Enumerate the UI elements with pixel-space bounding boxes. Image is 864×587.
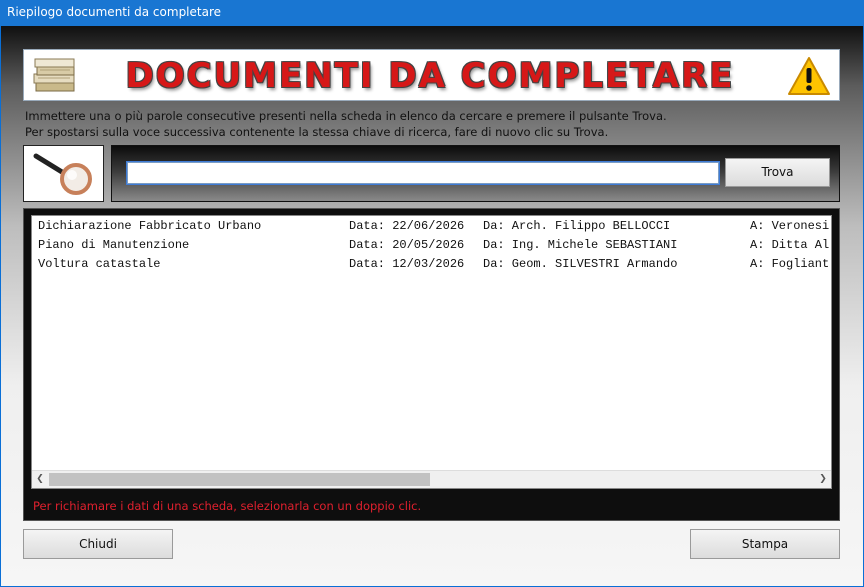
double-click-hint: Per richiamare i dati di una scheda, sel… bbox=[33, 499, 422, 513]
window-titlebar: Riepilogo documenti da completare bbox=[0, 0, 864, 26]
list-item-to: A: Veronesi bbox=[750, 219, 830, 233]
list-item-from: Da: Ing. Michele SEBASTIANI bbox=[483, 238, 678, 252]
list-item-to: A: Fogliant bbox=[750, 257, 830, 271]
list-item-date: Data: 20/05/2026 bbox=[349, 238, 465, 252]
instruction-line-1: Immettere una o più parole consecutive p… bbox=[25, 109, 667, 123]
results-list[interactable]: Dichiarazione Fabbricato Urbano Data: 22… bbox=[31, 215, 832, 489]
scroll-right-icon[interactable]: ❯ bbox=[816, 473, 830, 486]
list-item-from: Da: Geom. SILVESTRI Armando bbox=[483, 257, 678, 271]
close-button[interactable]: Chiudi bbox=[23, 529, 173, 559]
list-item-date: Data: 22/06/2026 bbox=[349, 219, 465, 233]
window-title: Riepilogo documenti da completare bbox=[7, 5, 222, 19]
scroll-left-icon[interactable]: ❮ bbox=[33, 473, 47, 486]
header-banner: DOCUMENTI DA COMPLETARE bbox=[23, 49, 840, 101]
magnifier-icon bbox=[33, 153, 92, 195]
list-item-document: Piano di Manutenzione bbox=[38, 238, 190, 252]
list-item-document: Voltura catastale bbox=[38, 257, 161, 271]
instruction-line-2: Per spostarsi sulla voce successiva cont… bbox=[25, 125, 609, 139]
find-button[interactable]: Trova bbox=[725, 158, 830, 187]
list-item-document: Dichiarazione Fabbricato Urbano bbox=[38, 219, 262, 233]
list-item-from: Da: Arch. Filippo BELLOCCI bbox=[483, 219, 671, 233]
documents-stack-icon bbox=[33, 58, 75, 92]
horizontal-scrollbar[interactable]: ❮ ❯ bbox=[32, 470, 831, 488]
list-item-date: Data: 12/03/2026 bbox=[349, 257, 465, 271]
print-button[interactable]: Stampa bbox=[690, 529, 840, 559]
search-input[interactable] bbox=[126, 161, 720, 185]
list-item-to: A: Ditta Al bbox=[750, 238, 830, 252]
banner-title: DOCUMENTI DA COMPLETARE bbox=[125, 56, 735, 96]
scrollbar-thumb[interactable] bbox=[49, 473, 430, 486]
search-icon-box bbox=[23, 145, 104, 202]
warning-icon bbox=[788, 57, 830, 95]
